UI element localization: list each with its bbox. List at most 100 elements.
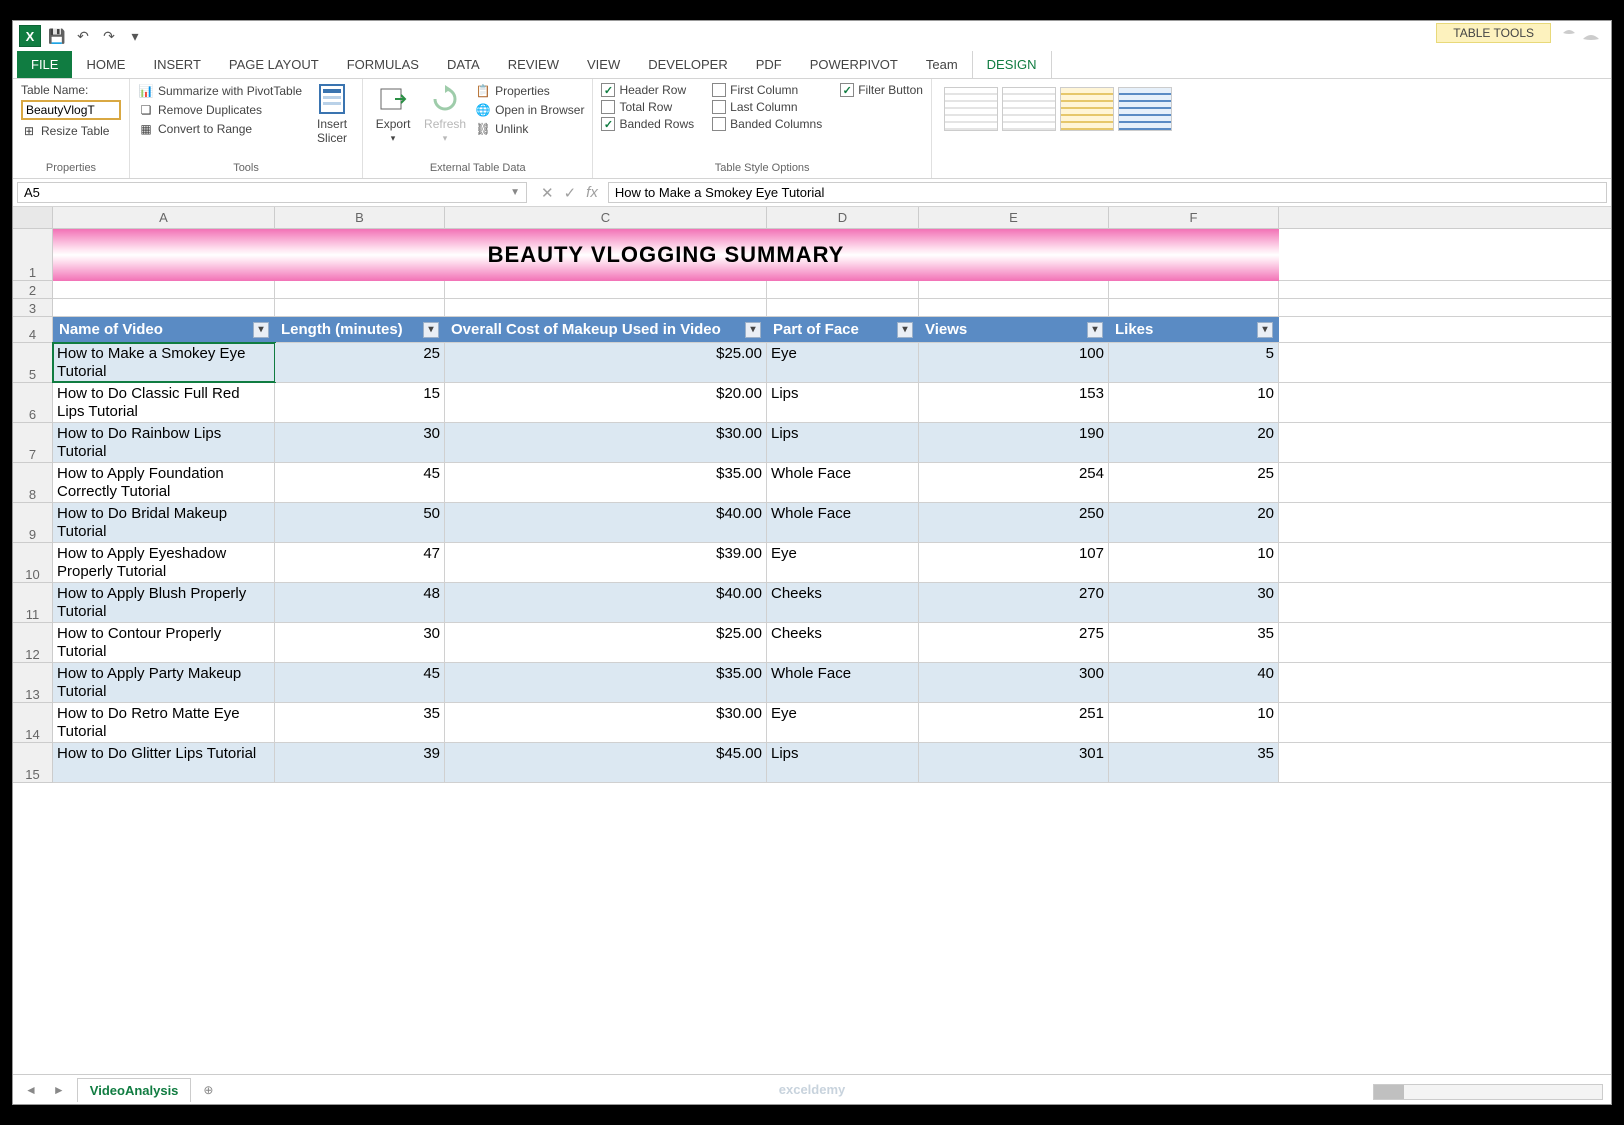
- cell[interactable]: 39: [275, 743, 445, 782]
- cell[interactable]: $40.00: [445, 583, 767, 622]
- cell[interactable]: How to Apply Blush Properly Tutorial: [53, 583, 275, 622]
- table-name-input[interactable]: [21, 100, 121, 120]
- cell[interactable]: 35: [1109, 623, 1279, 662]
- cell[interactable]: $35.00: [445, 663, 767, 702]
- filter-dropdown-icon[interactable]: ▾: [1257, 322, 1273, 338]
- cell[interactable]: Lips: [767, 423, 919, 462]
- cell[interactable]: 47: [275, 543, 445, 582]
- cell[interactable]: 30: [275, 623, 445, 662]
- cell[interactable]: 190: [919, 423, 1109, 462]
- cell[interactable]: $40.00: [445, 503, 767, 542]
- style-thumb[interactable]: [1118, 87, 1172, 131]
- cell[interactable]: 251: [919, 703, 1109, 742]
- redo-icon[interactable]: ↷: [99, 26, 119, 46]
- table-header-cell[interactable]: Overall Cost of Makeup Used in Video▾: [445, 317, 767, 342]
- cell[interactable]: [275, 299, 445, 316]
- cell[interactable]: 10: [1109, 543, 1279, 582]
- tab-review[interactable]: REVIEW: [494, 51, 573, 78]
- cell[interactable]: [275, 281, 445, 298]
- column-header[interactable]: D: [767, 207, 919, 228]
- column-header[interactable]: F: [1109, 207, 1279, 228]
- banded-rows-checkbox[interactable]: Banded Rows: [601, 117, 694, 131]
- first-column-checkbox[interactable]: First Column: [712, 83, 822, 97]
- select-all-corner[interactable]: [13, 207, 53, 228]
- horizontal-scrollbar[interactable]: [1373, 1084, 1603, 1100]
- insert-slicer-button[interactable]: Insert Slicer: [310, 83, 354, 145]
- row-header[interactable]: 8: [13, 463, 53, 503]
- last-column-checkbox[interactable]: Last Column: [712, 100, 822, 114]
- cell[interactable]: 25: [275, 343, 445, 382]
- cell[interactable]: How to Do Retro Matte Eye Tutorial: [53, 703, 275, 742]
- tab-data[interactable]: DATA: [433, 51, 494, 78]
- cell[interactable]: 100: [919, 343, 1109, 382]
- cell[interactable]: How to Do Bridal Makeup Tutorial: [53, 503, 275, 542]
- tab-pdf[interactable]: PDF: [742, 51, 796, 78]
- cell[interactable]: [445, 281, 767, 298]
- column-header[interactable]: B: [275, 207, 445, 228]
- cell[interactable]: 20: [1109, 503, 1279, 542]
- refresh-button[interactable]: Refresh▾: [423, 83, 467, 144]
- cell[interactable]: Whole Face: [767, 503, 919, 542]
- export-button[interactable]: Export▾: [371, 83, 415, 144]
- cell[interactable]: 40: [1109, 663, 1279, 702]
- cell[interactable]: $20.00: [445, 383, 767, 422]
- cell[interactable]: 10: [1109, 703, 1279, 742]
- cell[interactable]: Lips: [767, 383, 919, 422]
- cell[interactable]: $30.00: [445, 423, 767, 462]
- row-header[interactable]: 5: [13, 343, 53, 383]
- cell[interactable]: 15: [275, 383, 445, 422]
- tab-insert[interactable]: INSERT: [139, 51, 214, 78]
- table-header-cell[interactable]: Part of Face▾: [767, 317, 919, 342]
- save-icon[interactable]: 💾: [47, 26, 67, 46]
- cell[interactable]: 25: [1109, 463, 1279, 502]
- table-styles-gallery[interactable]: [940, 83, 1603, 135]
- filter-dropdown-icon[interactable]: ▾: [423, 322, 439, 338]
- style-thumb[interactable]: [1002, 87, 1056, 131]
- cell[interactable]: How to Apply Party Makeup Tutorial: [53, 663, 275, 702]
- cell[interactable]: 5: [1109, 343, 1279, 382]
- cell[interactable]: [767, 299, 919, 316]
- filter-button-checkbox[interactable]: Filter Button: [840, 83, 923, 97]
- cell[interactable]: 35: [275, 703, 445, 742]
- cell[interactable]: How to Make a Smokey Eye Tutorial: [53, 343, 275, 382]
- filter-dropdown-icon[interactable]: ▾: [745, 322, 761, 338]
- cell[interactable]: 250: [919, 503, 1109, 542]
- style-thumb[interactable]: [944, 87, 998, 131]
- tab-scroll-right-icon[interactable]: ►: [49, 1083, 69, 1097]
- row-header[interactable]: 10: [13, 543, 53, 583]
- cell[interactable]: Lips: [767, 743, 919, 782]
- table-header-cell[interactable]: Likes▾: [1109, 317, 1279, 342]
- cell[interactable]: Eye: [767, 703, 919, 742]
- row-header[interactable]: 3: [13, 299, 53, 317]
- row-header[interactable]: 7: [13, 423, 53, 463]
- tab-formulas[interactable]: FORMULAS: [333, 51, 433, 78]
- cell[interactable]: 254: [919, 463, 1109, 502]
- tab-view[interactable]: VIEW: [573, 51, 634, 78]
- cell[interactable]: How to Do Classic Full Red Lips Tutorial: [53, 383, 275, 422]
- filter-dropdown-icon[interactable]: ▾: [897, 322, 913, 338]
- cell[interactable]: Eye: [767, 343, 919, 382]
- new-sheet-icon[interactable]: ⊕: [199, 1083, 217, 1097]
- row-header[interactable]: 9: [13, 503, 53, 543]
- cell[interactable]: [1109, 299, 1279, 316]
- cell[interactable]: $30.00: [445, 703, 767, 742]
- cell[interactable]: How to Do Glitter Lips Tutorial: [53, 743, 275, 782]
- formula-bar[interactable]: How to Make a Smokey Eye Tutorial: [608, 182, 1607, 203]
- cell[interactable]: $45.00: [445, 743, 767, 782]
- cell[interactable]: How to Apply Foundation Correctly Tutori…: [53, 463, 275, 502]
- cell[interactable]: 45: [275, 663, 445, 702]
- tab-team[interactable]: Team: [912, 51, 972, 78]
- cell[interactable]: 50: [275, 503, 445, 542]
- cell[interactable]: 30: [1109, 583, 1279, 622]
- tab-page-layout[interactable]: PAGE LAYOUT: [215, 51, 333, 78]
- column-header[interactable]: A: [53, 207, 275, 228]
- tab-home[interactable]: HOME: [72, 51, 139, 78]
- cell[interactable]: [767, 281, 919, 298]
- name-box[interactable]: A5▼: [17, 182, 527, 203]
- chevron-down-icon[interactable]: ▼: [510, 187, 520, 198]
- column-header[interactable]: E: [919, 207, 1109, 228]
- cell[interactable]: 45: [275, 463, 445, 502]
- filter-dropdown-icon[interactable]: ▾: [1087, 322, 1103, 338]
- cell[interactable]: 107: [919, 543, 1109, 582]
- row-header[interactable]: 4: [13, 317, 53, 343]
